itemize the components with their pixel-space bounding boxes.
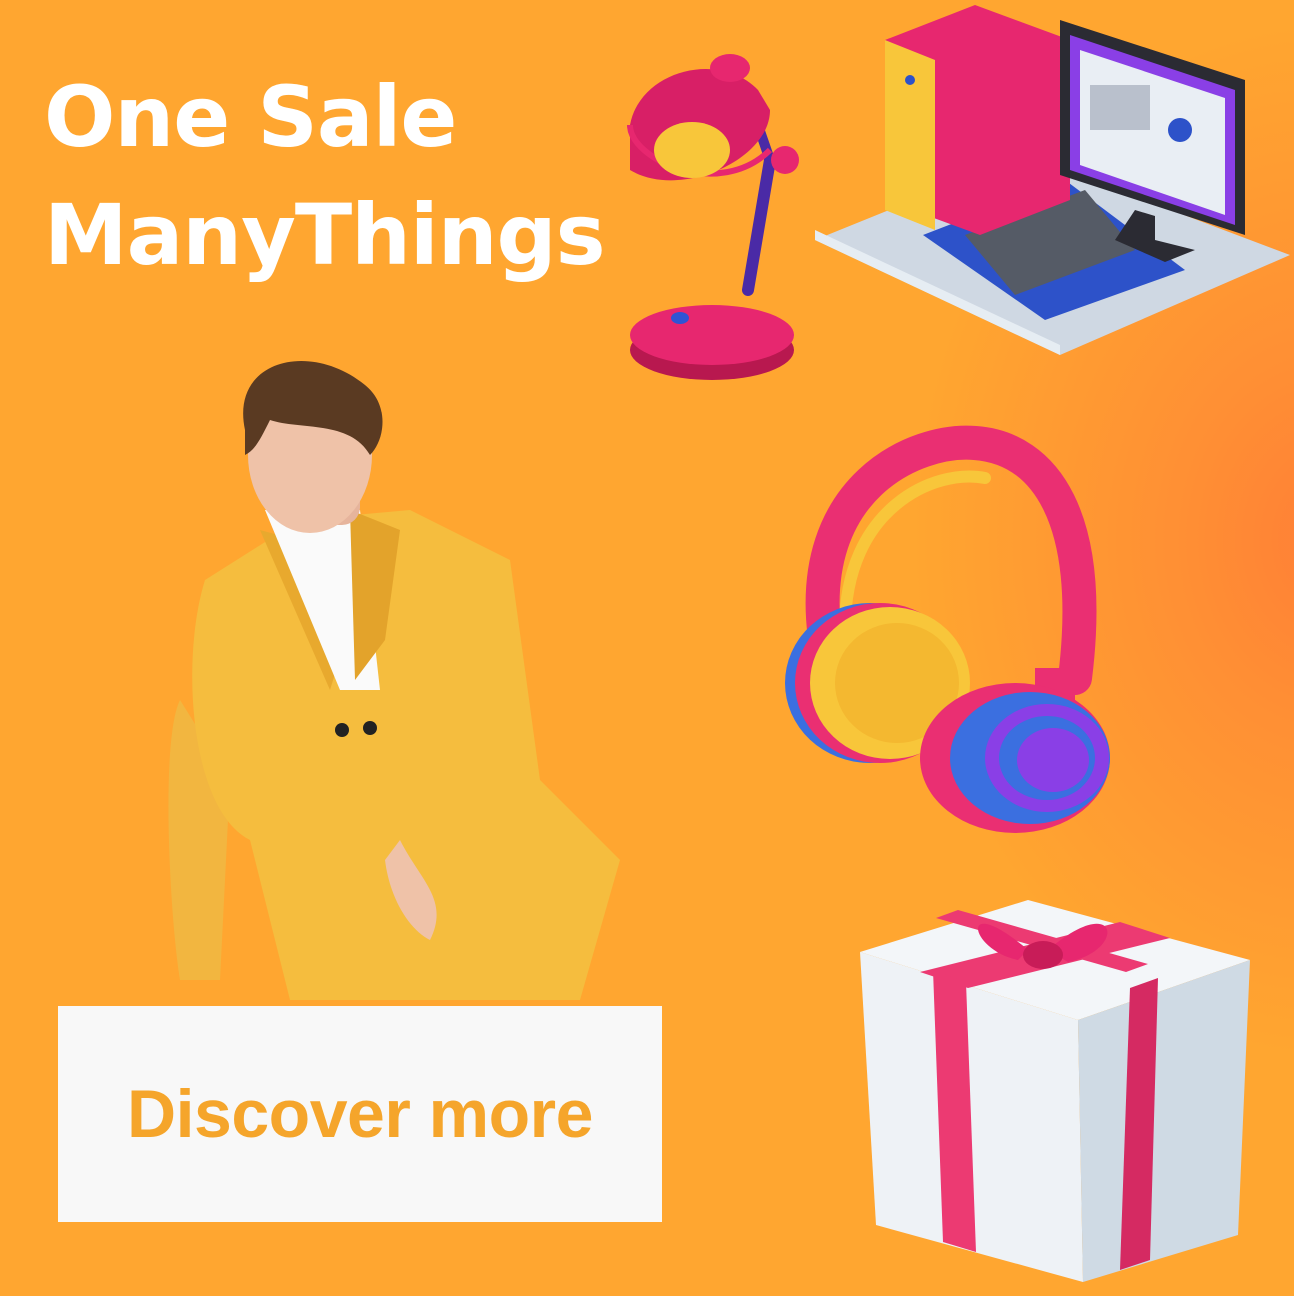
gift-box-illustration bbox=[860, 900, 1250, 1282]
discover-more-label: Discover more bbox=[127, 1076, 593, 1152]
desktop-computer-illustration bbox=[815, 5, 1290, 355]
headphones-illustration bbox=[785, 425, 1110, 833]
headline-line-2: ManyThings bbox=[44, 186, 606, 284]
discover-more-button[interactable]: Discover more bbox=[58, 1006, 662, 1222]
desk-lamp-illustration bbox=[627, 54, 799, 380]
headline-line-1: One Sale bbox=[44, 68, 457, 166]
headline: One Sale ManyThings bbox=[44, 58, 606, 294]
model-photo bbox=[168, 360, 620, 1000]
sale-banner: One Sale ManyThings Discover more bbox=[0, 0, 1294, 1296]
